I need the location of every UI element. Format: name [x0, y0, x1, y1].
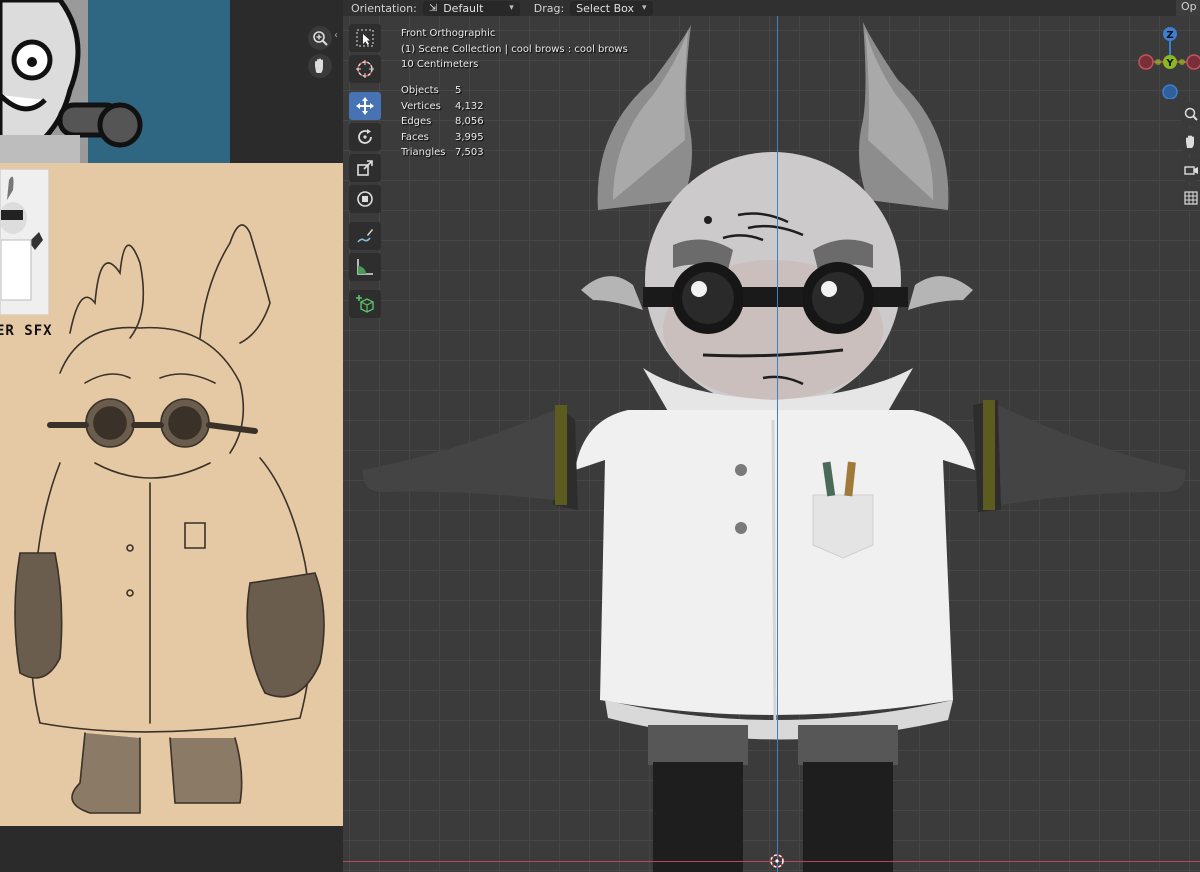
reference-image-panel: ‹ ER SFX	[0, 0, 351, 872]
move-icon	[356, 97, 374, 115]
gizmo-z-label: Z	[1166, 30, 1173, 41]
view-navigation-buttons	[1171, 102, 1200, 214]
pan-hand-icon	[1186, 135, 1194, 148]
chevron-down-icon: ▾	[509, 3, 514, 13]
grid-icon	[1184, 191, 1198, 205]
annotate-tool[interactable]	[349, 222, 381, 250]
camera-icon	[1184, 166, 1198, 175]
select-box-tool[interactable]	[349, 24, 381, 52]
scene-statistics: Objects 5 Vertices 4,132 Edges 8,056 Faces 3…	[401, 83, 484, 161]
navigation-gizmo[interactable]: Z Y	[1138, 24, 1200, 99]
measure-tool[interactable]	[349, 253, 381, 281]
measure-icon	[357, 259, 373, 275]
gizmo-y-label: Y	[1165, 58, 1174, 69]
reference-side-panel: ‹	[230, 0, 343, 165]
stat-row: Vertices 4,132	[401, 100, 484, 112]
zoom-view-button[interactable]	[1179, 102, 1200, 126]
scale-icon	[357, 160, 373, 176]
character-sketch: ER SFX	[0, 163, 351, 826]
drag-value: Select Box	[576, 1, 635, 15]
stat-row: Triangles 7,503	[401, 147, 484, 158]
cursor-tool[interactable]	[349, 55, 381, 83]
add-cube-tool[interactable]	[349, 290, 381, 318]
stat-row: Faces 3,995	[401, 131, 484, 143]
pan-hand-icon[interactable]	[308, 54, 332, 78]
reference-image-top	[0, 0, 230, 165]
grid-view-button[interactable]	[1179, 186, 1200, 210]
collection-info: (1) Scene Collection | cool brows : cool…	[401, 43, 628, 55]
orientation-label: Orientation:	[351, 1, 417, 15]
cursor-icon	[356, 60, 374, 78]
annotate-icon	[357, 229, 373, 243]
grid-scale: 10 Centimeters	[401, 59, 479, 70]
stat-row: Objects 5	[401, 85, 462, 96]
rotate-tool[interactable]	[349, 123, 381, 151]
view-name: Front Orthographic	[401, 28, 496, 39]
zoom-icon	[1184, 107, 1198, 121]
3d-viewport[interactable]: Orientation: ⇲ Default ▾ Drag: Select Bo…	[343, 0, 1200, 872]
transform-tool[interactable]	[349, 185, 381, 213]
move-tool[interactable]	[349, 92, 381, 120]
chevron-down-icon: ▾	[642, 3, 647, 13]
z-axis-line	[777, 16, 778, 872]
rotate-icon	[358, 129, 372, 144]
orientation-dropdown[interactable]: ⇲ Default ▾	[422, 0, 520, 16]
collapse-chevron-icon[interactable]: ‹	[334, 30, 338, 41]
drag-label: Drag:	[533, 1, 565, 15]
select-box-icon	[356, 29, 374, 47]
pan-view-button[interactable]	[1179, 130, 1200, 154]
camera-view-button[interactable]	[1179, 158, 1200, 182]
add-cube-icon	[356, 295, 374, 313]
3d-cursor-icon[interactable]	[769, 853, 785, 869]
stat-row: Edges 8,056	[401, 116, 484, 127]
reference-bottom-bar	[0, 826, 343, 872]
orientation-value: Default	[443, 1, 484, 15]
viewport-header: Orientation: ⇲ Default ▾ Drag: Select Bo…	[343, 0, 1200, 16]
options-button[interactable]: Op	[1176, 0, 1200, 16]
transform-icon	[357, 191, 373, 207]
orientation-axes-icon: ⇲	[428, 2, 438, 14]
drag-dropdown[interactable]: Select Box ▾	[570, 0, 653, 16]
scale-tool[interactable]	[349, 154, 381, 182]
zoom-icon[interactable]	[308, 26, 332, 50]
viewport-info-overlay: Front Orthographic (1) Scene Collection …	[401, 26, 628, 73]
tool-shelf	[349, 24, 385, 321]
